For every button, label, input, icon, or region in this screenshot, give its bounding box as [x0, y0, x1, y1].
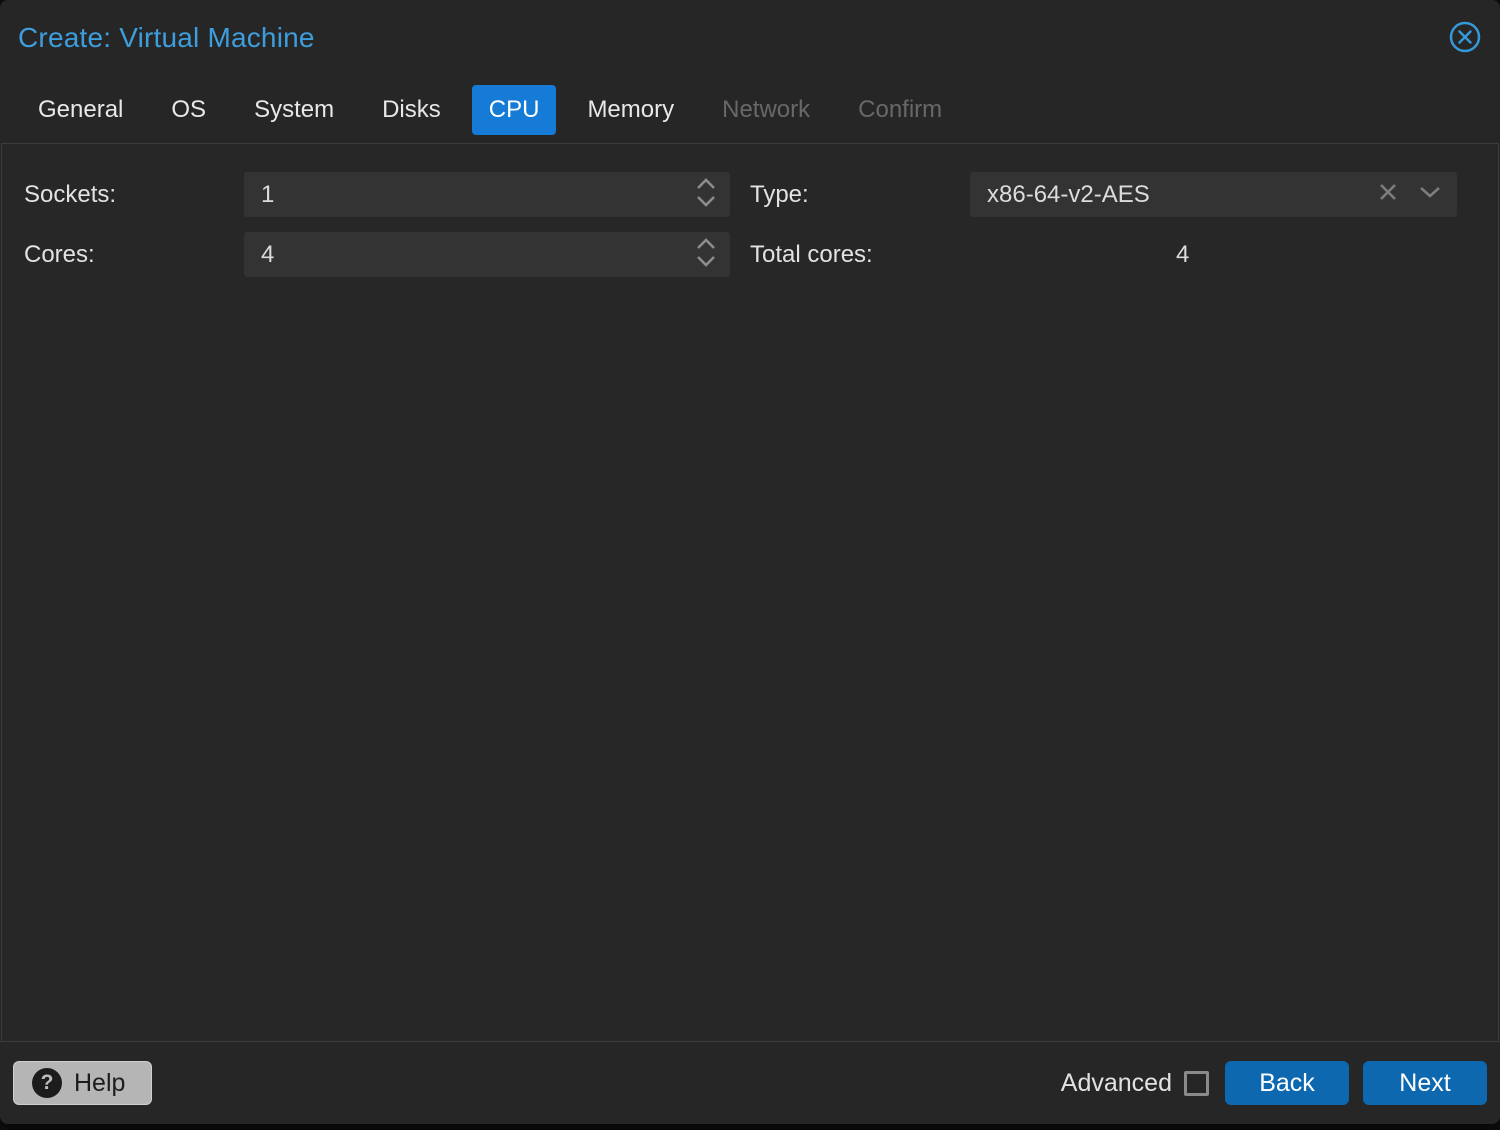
cores-label: Cores: — [24, 240, 95, 268]
wizard-tabbar: General OS System Disks CPU Memory Netwo… — [0, 76, 1500, 143]
chevron-up-icon — [695, 177, 717, 195]
sockets-label: Sockets: — [24, 180, 117, 208]
form-right-column: Type: x86-64-v2-AES Total cores: 4 — [750, 172, 1476, 1013]
chevron-up-icon — [695, 237, 717, 255]
clear-x-icon — [1378, 182, 1398, 207]
total-cores-label: Total cores: — [750, 240, 873, 268]
dialog-titlebar: Create: Virtual Machine — [0, 0, 1500, 76]
sockets-input[interactable] — [244, 180, 682, 209]
sockets-row: Sockets: — [24, 172, 750, 217]
dialog-footer: ? Help Advanced Back Next — [0, 1041, 1500, 1124]
cores-field — [244, 232, 730, 277]
close-icon — [1448, 20, 1482, 57]
tab-confirm: Confirm — [858, 95, 943, 123]
chevron-down-icon — [1418, 185, 1442, 204]
footer-actions: Advanced Back Next — [1061, 1061, 1487, 1105]
type-row: Type: — [750, 172, 1476, 217]
type-combo-tools — [1371, 172, 1457, 217]
type-combo — [970, 172, 1457, 217]
next-button[interactable]: Next — [1363, 1061, 1487, 1105]
tab-general[interactable]: General — [14, 85, 147, 135]
dialog-title: Create: Virtual Machine — [18, 22, 315, 53]
tab-system[interactable]: System — [230, 85, 358, 135]
sockets-field — [244, 172, 730, 217]
total-cores-row: Total cores: 4 — [750, 232, 1476, 277]
cpu-tab-panel: Sockets: Cores: — [1, 143, 1499, 1041]
help-question-icon: ? — [32, 1068, 62, 1098]
dropdown-trigger[interactable] — [1413, 172, 1447, 217]
cores-input[interactable] — [244, 240, 682, 269]
sockets-spinner[interactable] — [682, 172, 730, 217]
type-label: Type: — [750, 180, 809, 208]
chevron-down-icon — [695, 195, 717, 213]
total-cores-value: 4 — [1176, 240, 1190, 268]
tab-memory[interactable]: Memory — [563, 85, 698, 135]
form-left-column: Sockets: Cores: — [24, 172, 750, 1013]
chevron-down-icon — [695, 255, 717, 273]
type-input[interactable] — [970, 180, 1371, 209]
create-vm-dialog: Create: Virtual Machine General OS Syste… — [0, 0, 1500, 1124]
help-button[interactable]: ? Help — [13, 1061, 153, 1105]
clear-button[interactable] — [1371, 172, 1405, 217]
cores-spinner[interactable] — [682, 232, 730, 277]
back-button[interactable]: Back — [1225, 1061, 1349, 1105]
tab-os[interactable]: OS — [147, 85, 230, 135]
help-button-label: Help — [74, 1068, 126, 1097]
advanced-checkbox[interactable] — [1184, 1070, 1209, 1096]
tab-cpu[interactable]: CPU — [471, 84, 557, 135]
advanced-label: Advanced — [1060, 1068, 1172, 1097]
tab-network: Network — [722, 95, 811, 123]
tab-disks[interactable]: Disks — [358, 85, 465, 135]
close-button[interactable] — [1448, 21, 1482, 55]
cores-row: Cores: — [24, 232, 750, 277]
